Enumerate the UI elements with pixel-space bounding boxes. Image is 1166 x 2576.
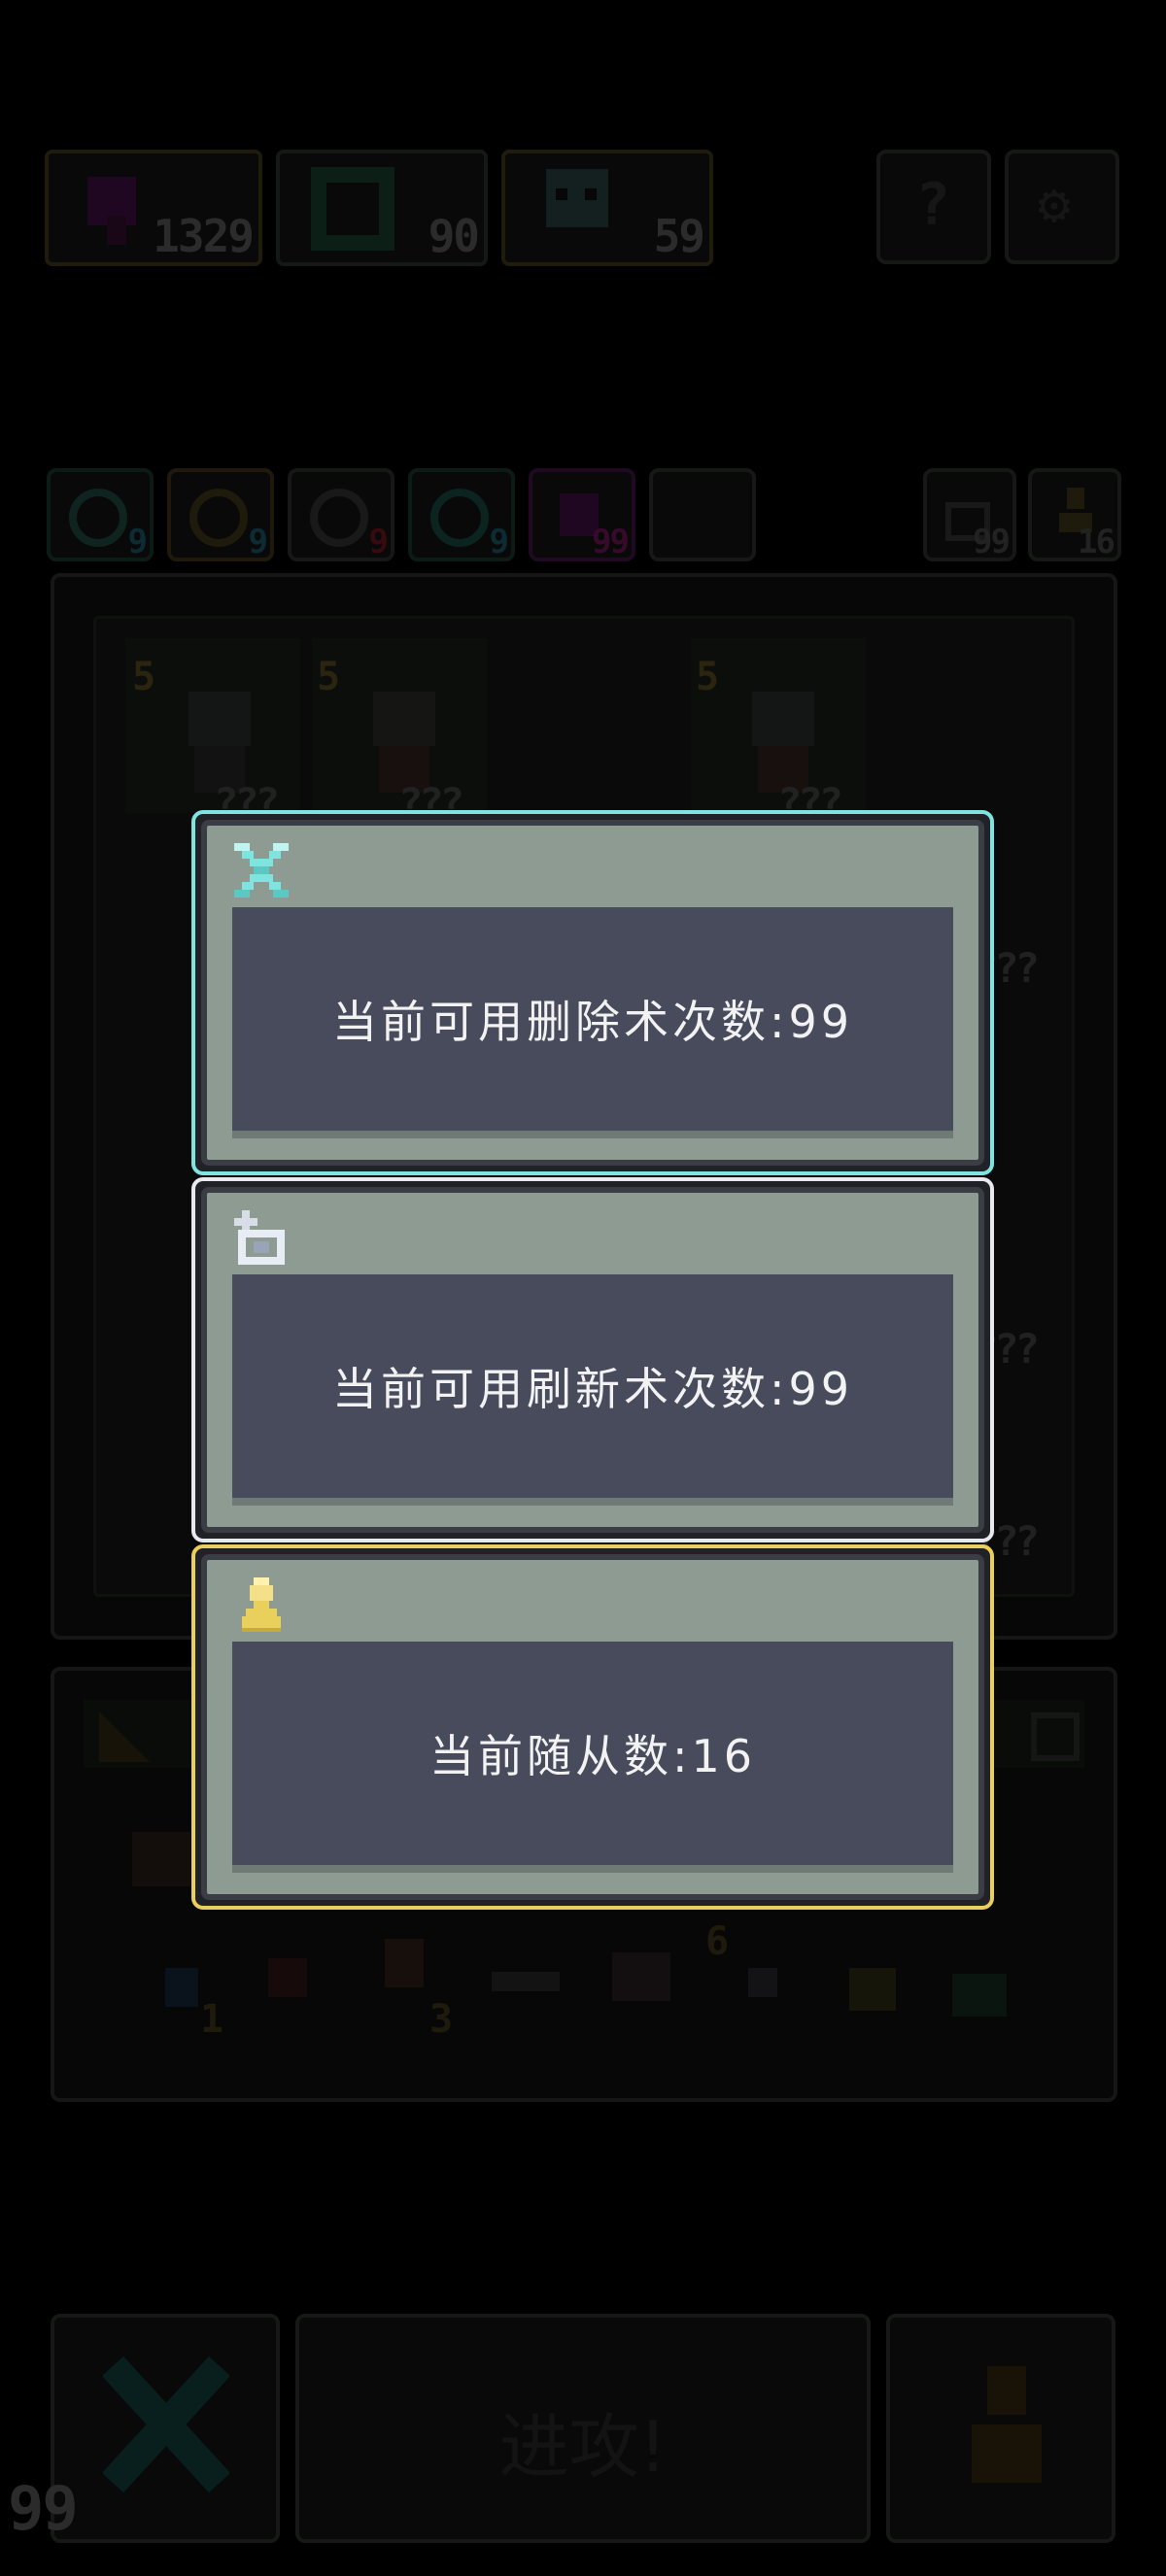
delete-info-screen: 当前可用删除术次数:99 [232,907,953,1138]
follower-info-text: 当前随从数:16 [429,1730,757,1782]
refresh-icon [234,1210,285,1265]
follower-pawn-icon [242,1577,281,1632]
delete-info-popup[interactable]: 当前可用删除术次数:99 [191,810,994,1175]
delete-info-panel: 当前可用删除术次数:99 [201,820,984,1166]
refresh-info-popup[interactable]: 当前可用刷新术次数:99 [191,1177,994,1542]
follower-info-screen: 当前随从数:16 [232,1642,953,1873]
refresh-info-text: 当前可用刷新术次数:99 [331,1363,854,1415]
refresh-info-panel: 当前可用刷新术次数:99 [201,1187,984,1533]
delete-info-text: 当前可用删除术次数:99 [331,996,854,1048]
follower-info-panel: 当前随从数:16 [201,1554,984,1900]
follower-info-popup[interactable]: 当前随从数:16 [191,1544,994,1910]
delete-x-icon [234,843,289,898]
refresh-info-screen: 当前可用刷新术次数:99 [232,1274,953,1506]
